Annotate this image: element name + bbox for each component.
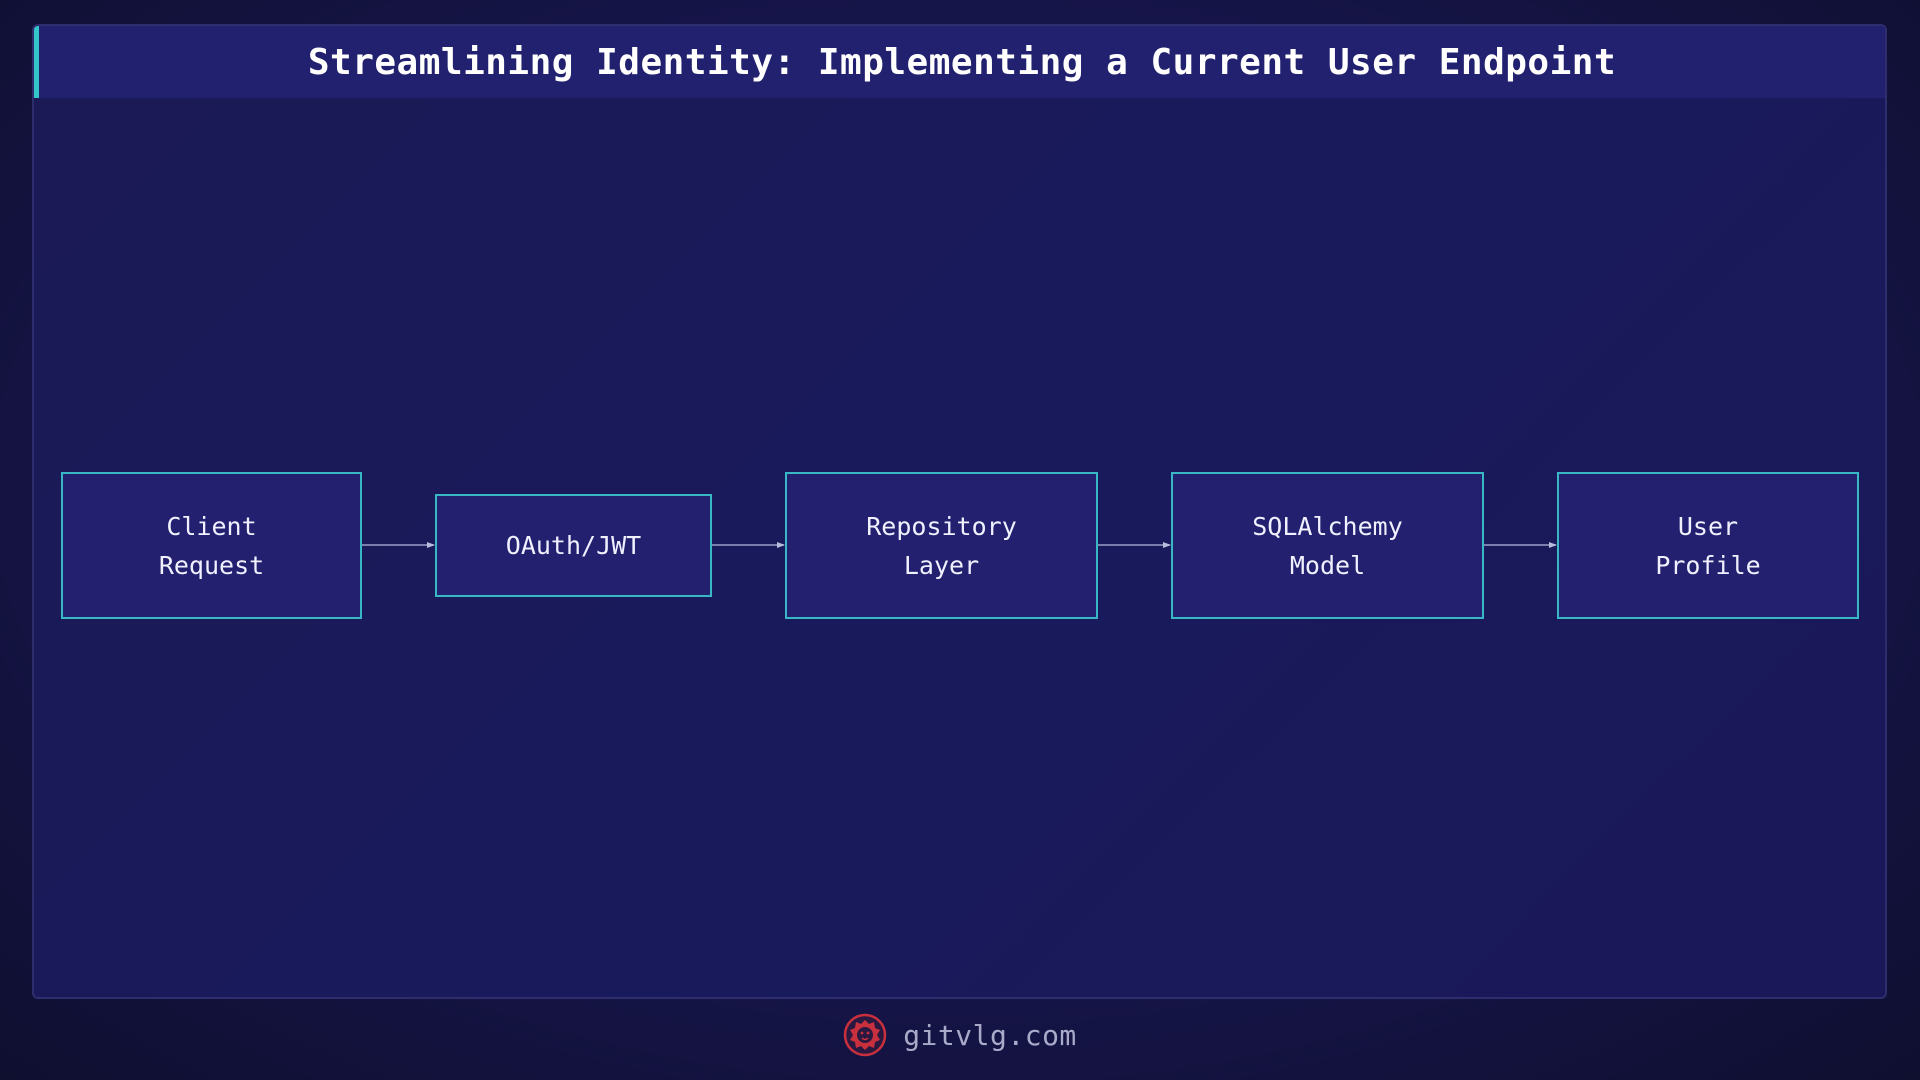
node-label: Client Request (158, 511, 265, 580)
node-label: Repository Layer (866, 511, 1017, 580)
title-bar: Streamlining Identity: Implementing a Cu… (34, 26, 1885, 98)
node-label: User Profile (1655, 511, 1761, 580)
node-label: SQLAlchemy Model (1252, 511, 1403, 580)
node-client-request: Client Request (61, 472, 362, 619)
page-title: Streamlining Identity: Implementing a Cu… (307, 41, 1617, 83)
node-user-profile: User Profile (1557, 472, 1859, 619)
node-oauth-jwt: OAuth/JWT (435, 494, 712, 597)
node-sqlalchemy-model: SQLAlchemy Model (1171, 472, 1484, 619)
node-label: OAuth/JWT (505, 531, 642, 560)
footer-site-link[interactable]: gitvlg.com (903, 1019, 1077, 1052)
footer: gitvlg.com (0, 1010, 1920, 1060)
node-repository-layer: Repository Layer (785, 472, 1098, 619)
lion-logo-icon[interactable] (843, 1013, 887, 1057)
